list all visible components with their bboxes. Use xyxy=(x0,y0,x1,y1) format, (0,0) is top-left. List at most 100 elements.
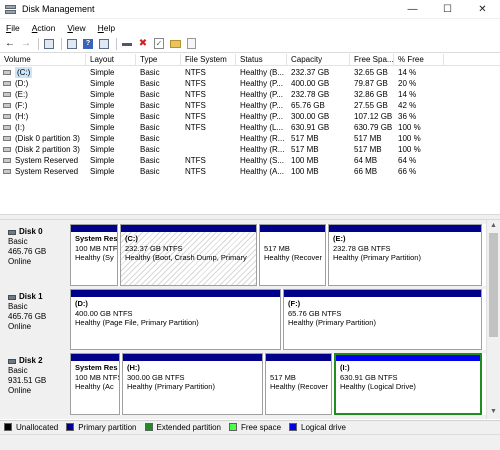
minimize-button[interactable]: — xyxy=(395,0,430,19)
partition-details: (D:) 400.00 GB NTFS Healthy (Page File, Pr… xyxy=(71,297,280,349)
col-pct-free[interactable]: % Free xyxy=(394,54,444,66)
partition[interactable]: System Res 100 MB NTFS Healthy (Ac xyxy=(70,353,120,415)
legend-swatch xyxy=(229,423,237,431)
console-tree-icon[interactable] xyxy=(42,37,56,51)
cell-fs: NTFS xyxy=(185,112,206,121)
cell-pct: 100 % xyxy=(398,123,421,132)
partition-details: System Res100 MB NTFSHealthy (Sy xyxy=(71,232,117,285)
partition[interactable]: (E:) 232.78 GB NTFS Healthy (Primary Parti… xyxy=(328,224,482,286)
menu-file[interactable]: File xyxy=(0,23,26,33)
cell-type: Basic xyxy=(140,145,160,154)
col-type[interactable]: Type xyxy=(136,54,181,66)
cell-layout: Simple xyxy=(90,101,115,110)
partition-type-bar xyxy=(329,225,481,232)
partition-details: (E:) 232.78 GB NTFS Healthy (Primary Parti… xyxy=(329,232,481,285)
table-row[interactable]: (H:) Simple Basic NTFS Healthy (P... 300.00 G… xyxy=(0,111,500,122)
partition[interactable]: (I:) 630.91 GB NTFS Healthy (Logical Drive… xyxy=(334,353,482,415)
cell-capacity: 630.91 GB xyxy=(291,123,330,132)
cell-fs: NTFS xyxy=(185,79,206,88)
disk-info[interactable]: Disk 0 Basic 465.76 GB Online xyxy=(2,224,66,286)
disk-icon xyxy=(8,294,16,300)
table-row[interactable]: (Disk 0 partition 3) Simple Basic Healthy (… xyxy=(0,133,500,144)
cell-status: Healthy (S... xyxy=(240,156,285,165)
table-row[interactable]: (C:) Simple Basic NTFS Healthy (B... 232.37 G… xyxy=(0,67,500,78)
back-arrow-icon[interactable]: ← xyxy=(3,37,17,51)
cell-layout: Simple xyxy=(90,123,115,132)
col-volume[interactable]: Volume xyxy=(0,54,86,66)
folder-icon[interactable] xyxy=(168,37,182,51)
disk-row[interactable]: Disk 0 Basic 465.76 GB Online System Res 100 … xyxy=(0,224,486,286)
col-layout[interactable]: Layout xyxy=(86,54,136,66)
check-icon[interactable]: ✓ xyxy=(152,37,166,51)
partition-size: 100 MB NTFS xyxy=(75,372,119,382)
table-row[interactable]: (I:) Simple Basic NTFS Healthy (L... 630.91 G… xyxy=(0,122,500,133)
cell-layout: Simple xyxy=(90,167,115,176)
properties-icon[interactable] xyxy=(65,37,79,51)
vertical-scrollbar[interactable]: ▲ ▼ xyxy=(486,220,500,419)
partition[interactable]: (C:) 232.37 GB NTFS Healthy (Boot, Crash D… xyxy=(120,224,257,286)
table-row[interactable]: (F:) Simple Basic NTFS Healthy (P... 65.76 GB… xyxy=(0,100,500,111)
cell-volume: System Reserved xyxy=(0,155,86,166)
partition[interactable]: 517 MB Healthy (Recover xyxy=(265,353,332,415)
cell-fs: NTFS xyxy=(185,90,206,99)
connect-icon[interactable]: ▬ xyxy=(120,37,134,51)
table-row[interactable]: (Disk 2 partition 3) Simple Basic Healthy (… xyxy=(0,144,500,155)
list-view-icon[interactable] xyxy=(97,37,111,51)
partition-status: Healthy (Logical Drive) xyxy=(340,382,416,391)
menu-view[interactable]: View xyxy=(61,23,91,33)
disk-info[interactable]: Disk 2 Basic 931.51 GB Online xyxy=(2,353,66,415)
scrollbar-thumb[interactable] xyxy=(489,233,498,337)
partition[interactable]: (F:) 65.76 GB NTFS Healthy (Primary Partit… xyxy=(283,289,482,350)
cell-capacity: 232.78 GB xyxy=(291,90,330,99)
partition[interactable]: (H:) 300.00 GB NTFS Healthy (Primary Parti… xyxy=(122,353,263,415)
legend-item: Unallocated xyxy=(4,423,58,432)
menu-action[interactable]: Action xyxy=(26,23,62,33)
partition[interactable]: System Res100 MB NTFSHealthy (Sy xyxy=(70,224,118,286)
status-bar xyxy=(0,434,500,450)
disk-state: Online xyxy=(8,386,32,395)
menu-help[interactable]: Help xyxy=(92,23,121,33)
volume-icon xyxy=(3,147,11,152)
scroll-up-arrow-icon[interactable]: ▲ xyxy=(487,220,500,232)
disk-name-text: Disk 0 xyxy=(19,227,43,236)
table-row[interactable]: (D:) Simple Basic NTFS Healthy (P... 400.00 G… xyxy=(0,78,500,89)
partition-name xyxy=(270,363,331,373)
partition-status: Healthy (Primary Partition) xyxy=(127,382,215,391)
partition-strip: (D:) 400.00 GB NTFS Healthy (Page File, Pr… xyxy=(70,289,486,350)
col-capacity[interactable]: Capacity xyxy=(287,54,350,66)
forward-arrow-icon[interactable]: → xyxy=(19,37,33,51)
partition-size: 517 MB xyxy=(270,372,296,382)
help-icon[interactable]: ? xyxy=(81,37,95,51)
table-row[interactable]: (E:) Simple Basic NTFS Healthy (P... 232.78 G… xyxy=(0,89,500,100)
table-row[interactable]: System Reserved Simple Basic NTFS Healthy (S… xyxy=(0,155,500,166)
cell-pct: 100 % xyxy=(398,145,421,154)
col-status[interactable]: Status xyxy=(236,54,287,66)
cell-free: 630.79 GB xyxy=(354,123,393,132)
cell-type: Basic xyxy=(140,79,160,88)
partition[interactable]: (D:) 400.00 GB NTFS Healthy (Page File, Pr… xyxy=(70,289,281,350)
partition-status: Healthy (Page File, Primary Partition) xyxy=(75,318,199,327)
cell-pct: 100 % xyxy=(398,134,421,143)
partition[interactable]: 517 MB Healthy (Recover xyxy=(259,224,326,286)
disk-info[interactable]: Disk 1 Basic 465.76 GB Online xyxy=(2,289,66,350)
cell-type: Basic xyxy=(140,123,160,132)
partition-details: System Res 100 MB NTFS Healthy (Ac xyxy=(71,361,119,414)
legend-swatch xyxy=(144,423,153,431)
partition-type-bar xyxy=(284,290,481,297)
document-icon[interactable] xyxy=(184,37,198,51)
cell-status: Healthy (P... xyxy=(240,101,283,110)
disk-kind: Basic xyxy=(8,302,28,311)
delete-icon[interactable]: ✖ xyxy=(136,37,150,51)
legend-swatch xyxy=(289,423,298,431)
col-free-space[interactable]: Free Spa... xyxy=(350,54,394,66)
disk-icon xyxy=(8,229,16,235)
close-button[interactable]: ✕ xyxy=(465,0,500,19)
partition-type-bar xyxy=(121,225,256,232)
col-file-system[interactable]: File System xyxy=(181,54,236,66)
disk-row[interactable]: Disk 1 Basic 465.76 GB Online (D:) 400.00 GB … xyxy=(0,289,486,350)
scroll-down-arrow-icon[interactable]: ▼ xyxy=(487,406,500,418)
maximize-button[interactable]: ☐ xyxy=(430,0,465,19)
volume-name: (Disk 0 partition 3) xyxy=(15,134,80,143)
table-row[interactable]: System Reserved Simple Basic NTFS Healthy (A… xyxy=(0,166,500,177)
disk-row[interactable]: Disk 2 Basic 931.51 GB Online System Res 100 … xyxy=(0,353,486,415)
